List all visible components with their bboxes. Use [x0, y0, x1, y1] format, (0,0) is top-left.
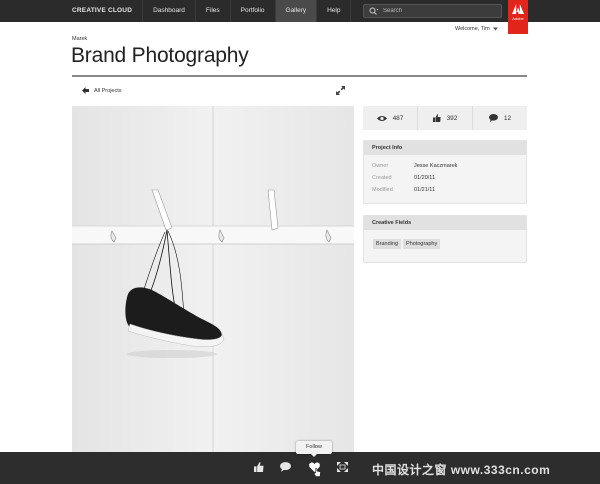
tag-photography[interactable]: Photography — [403, 239, 441, 249]
adobe-logo[interactable]: Adobe — [508, 0, 528, 34]
project-stats: 487 392 12 — [363, 106, 527, 130]
nav-gallery[interactable]: Gallery — [275, 0, 318, 22]
adobe-logo-word: Adobe — [512, 16, 524, 21]
welcome-text: Welcome, Tim — [455, 26, 490, 32]
expand-icon[interactable] — [336, 86, 345, 95]
project-info-panel: Project Info Owner Jesse Kaczmarek Creat… — [363, 140, 527, 204]
info-key: Created — [372, 175, 392, 181]
thumbs-up-icon — [432, 114, 441, 122]
search-input[interactable] — [383, 8, 493, 14]
tag-branding[interactable]: Branding — [373, 239, 402, 249]
nav-creative-cloud[interactable]: CREATIVE CLOUD — [62, 0, 144, 22]
title-divider — [72, 75, 527, 77]
back-arrow-icon — [82, 87, 89, 94]
eye-icon — [376, 115, 387, 121]
info-row-owner: Owner Jesse Kaczmarek — [364, 160, 526, 172]
likes-stat: 392 — [418, 106, 473, 130]
info-value: 01/20/11 — [414, 175, 436, 181]
info-value[interactable]: Jesse Kaczmarek — [414, 163, 457, 169]
chevron-down-icon — [492, 27, 498, 31]
project-info-heading: Project Info — [364, 141, 526, 155]
user-menu[interactable]: Welcome, Tim — [455, 26, 498, 32]
page-title: Brand Photography — [71, 44, 249, 67]
comments-stat: 12 — [473, 106, 527, 130]
nav-files[interactable]: Files — [196, 0, 231, 22]
nav-help[interactable]: Help — [317, 0, 352, 22]
project-owner-label[interactable]: Marek — [72, 36, 87, 42]
likes-count: 392 — [446, 114, 458, 122]
creative-fields-heading: Creative Fields — [364, 216, 526, 230]
comment-icon[interactable] — [280, 462, 291, 472]
search-icon — [369, 7, 379, 15]
info-value: 01/21/11 — [414, 187, 436, 193]
creative-fields-panel: Creative Fields Branding Photography — [363, 215, 527, 263]
project-photo[interactable] — [72, 106, 354, 452]
creative-field-tags: Branding Photography — [364, 230, 526, 258]
comments-count: 12 — [503, 114, 512, 122]
info-key: Owner — [372, 163, 389, 169]
fullscreen-icon[interactable] — [337, 462, 348, 472]
thumbs-up-icon[interactable] — [254, 462, 264, 472]
nav-portfolio[interactable]: Portfolio — [231, 0, 276, 22]
main-nav: CREATIVE CLOUD Dashboard Files Portfolio… — [62, 0, 352, 22]
nav-dashboard[interactable]: Dashboard — [143, 0, 196, 22]
watermark-text: 中国设计之窗 www.333cn.com — [372, 463, 551, 477]
follow-tooltip: Follow — [296, 441, 332, 457]
all-projects-label: All Projects — [94, 87, 122, 94]
info-row-modified: Modified 01/21/11 — [364, 184, 526, 196]
sneaker-photo-illustration — [72, 106, 354, 452]
search-box — [363, 4, 502, 18]
all-projects-link[interactable]: All Projects — [82, 87, 122, 94]
views-stat: 487 — [363, 106, 418, 130]
views-count: 487 — [392, 114, 404, 122]
info-key: Modified — [372, 187, 393, 193]
pointer-cursor-icon — [314, 468, 321, 477]
comment-icon — [488, 114, 498, 122]
adobe-logo-mark — [512, 4, 524, 14]
info-row-created: Created 01/20/11 — [364, 172, 526, 184]
